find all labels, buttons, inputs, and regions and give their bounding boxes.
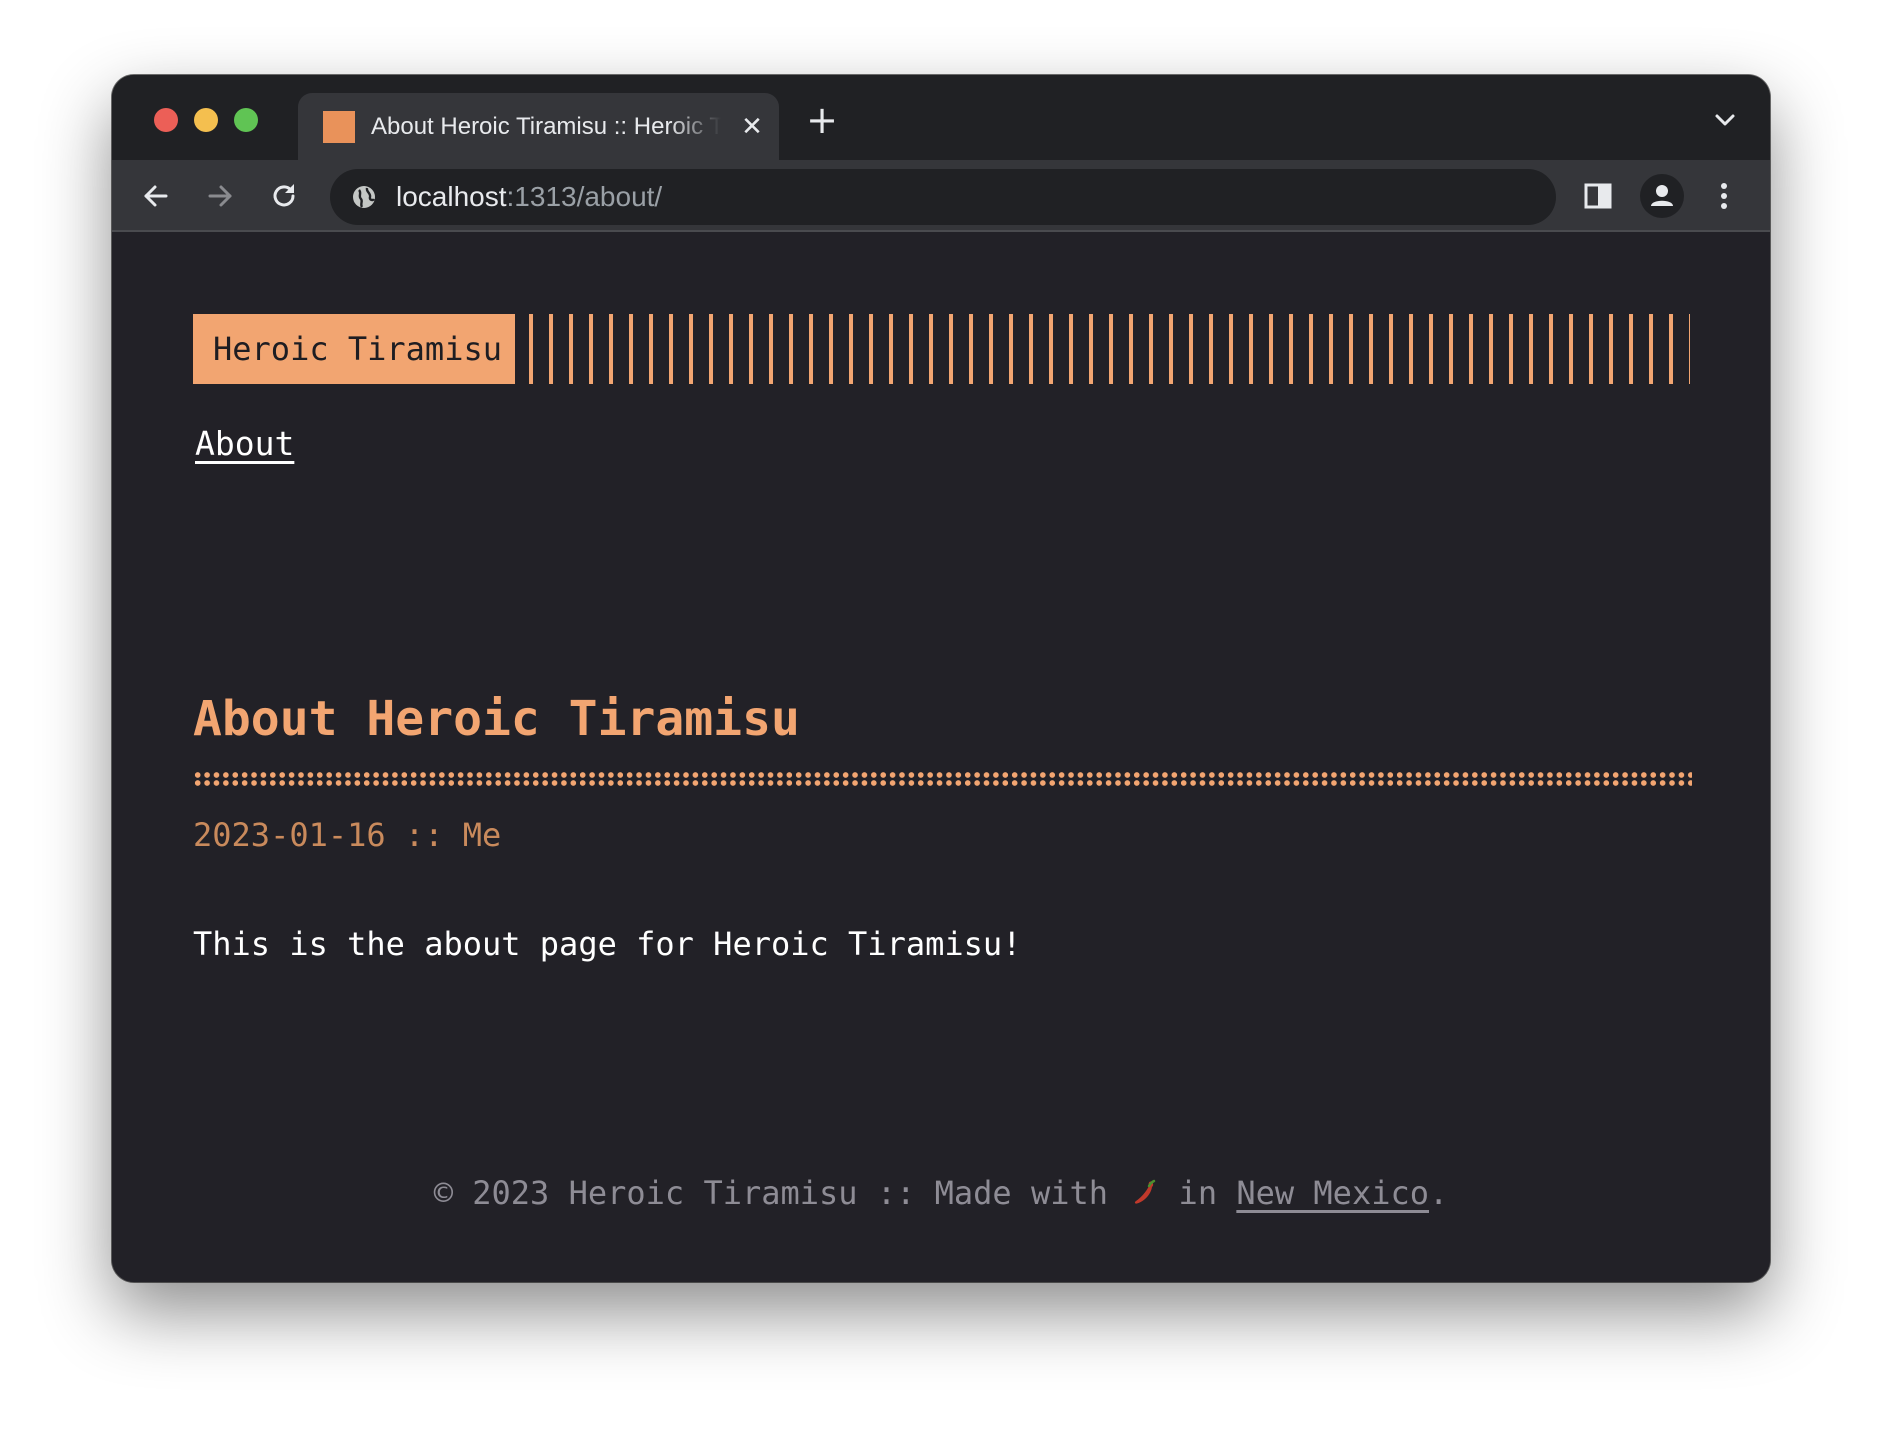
address-bar[interactable]: localhost:1313/about/ (330, 169, 1556, 225)
header-stripes (529, 314, 1690, 384)
tab-active[interactable]: About Heroic Tiramisu :: Heroic Tiramisu… (298, 93, 779, 160)
profile-button[interactable] (1640, 174, 1684, 218)
browser-window: About Heroic Tiramisu :: Heroic Tiramisu… (112, 75, 1770, 1282)
close-icon[interactable]: ✕ (739, 114, 765, 140)
title-divider (193, 771, 1692, 787)
maximize-window-button[interactable] (234, 108, 258, 132)
site-header: Heroic Tiramisu (193, 314, 1690, 384)
chevron-down-icon[interactable] (1710, 105, 1740, 135)
forward-arrow-icon[interactable] (200, 176, 240, 216)
globe-icon[interactable] (350, 183, 378, 211)
nav-link-about[interactable]: About (195, 424, 294, 463)
url-text: localhost:1313/about/ (396, 181, 662, 213)
url-path: :1313/about/ (506, 181, 663, 212)
browser-toolbar: localhost:1313/about/ (112, 160, 1770, 232)
site-logo[interactable]: Heroic Tiramisu (193, 314, 515, 384)
footer-link-new-mexico[interactable]: New Mexico (1236, 1174, 1429, 1212)
close-window-button[interactable] (154, 108, 178, 132)
kebab-menu-icon[interactable] (1706, 178, 1742, 214)
reload-icon[interactable] (264, 176, 304, 216)
back-arrow-icon[interactable] (136, 176, 176, 216)
favicon-icon (323, 111, 355, 143)
chili-pepper-icon (1135, 1179, 1156, 1204)
tab-title: About Heroic Tiramisu :: Heroic Tiramisu (371, 113, 721, 140)
tab-strip: About Heroic Tiramisu :: Heroic Tiramisu… (112, 75, 1770, 160)
profile-icon (1651, 185, 1673, 206)
footer-middle: in (1159, 1174, 1237, 1212)
page-title: About Heroic Tiramisu (193, 691, 800, 747)
url-host: localhost (396, 181, 507, 212)
side-panel-icon[interactable] (1580, 178, 1616, 214)
minimize-window-button[interactable] (194, 108, 218, 132)
footer: © 2023 Heroic Tiramisu :: Made with in N… (112, 1174, 1770, 1212)
post-body: This is the about page for Heroic Tirami… (193, 925, 1022, 963)
post-meta: 2023-01-16 :: Me (193, 816, 502, 854)
footer-prefix: © 2023 Heroic Tiramisu :: Made with (433, 1174, 1128, 1212)
page-content: Heroic Tiramisu About About Heroic Tiram… (112, 234, 1770, 1282)
footer-suffix: . (1429, 1174, 1449, 1212)
new-tab-button[interactable]: + (805, 101, 839, 139)
